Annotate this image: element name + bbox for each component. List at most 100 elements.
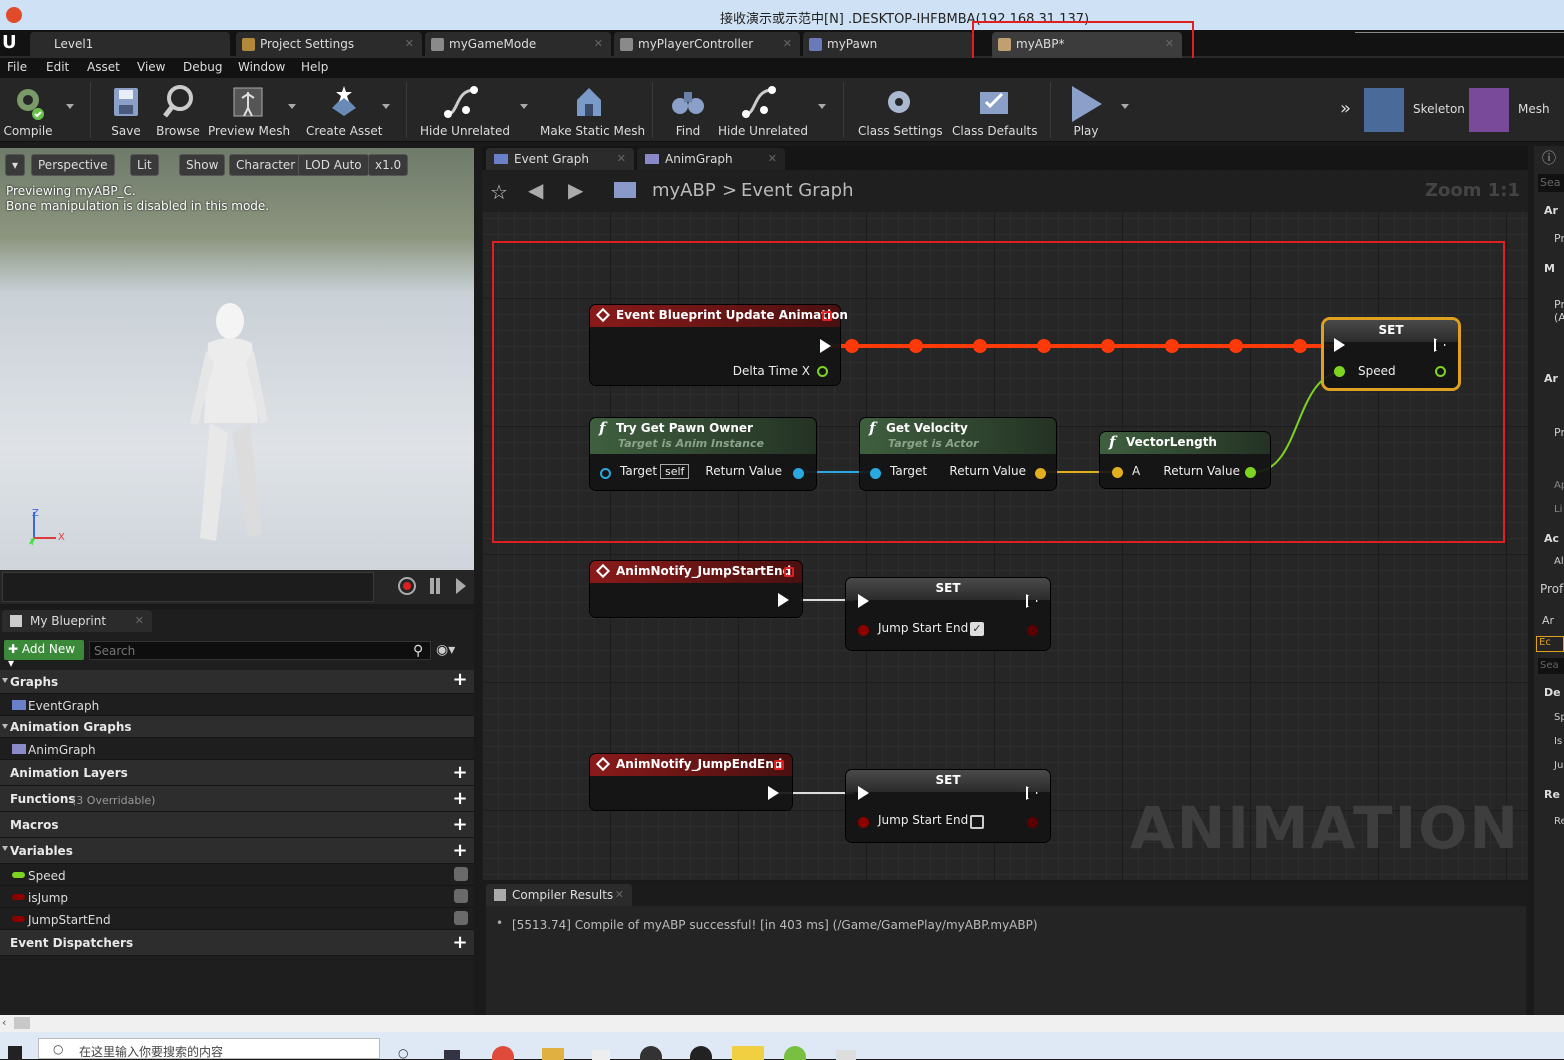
node-animnotify-jumpendend[interactable]: AnimNotify_JumpEndEnd (590, 754, 792, 810)
menu-view[interactable]: View (137, 60, 165, 74)
vector-in-pin[interactable] (1112, 467, 1123, 478)
menu-asset[interactable]: Asset (87, 60, 120, 74)
close-icon[interactable]: ✕ (405, 37, 414, 50)
save-button[interactable]: Save (104, 78, 148, 142)
exec-in-pin[interactable] (858, 786, 869, 800)
visibility-eye-icon[interactable] (454, 911, 468, 925)
preview-viewport[interactable]: ▾ Perspective Lit Show Character LOD Aut… (0, 148, 474, 570)
checkbox-unchecked[interactable] (970, 815, 984, 829)
tab-project-settings[interactable]: Project Settings ✕ (236, 32, 422, 58)
my-blueprint-tab[interactable]: My Blueprint ✕ (2, 610, 152, 632)
node-set-speed[interactable]: SET Speed (1324, 320, 1458, 388)
object-in-pin[interactable] (600, 468, 611, 479)
lit-button[interactable]: Lit (130, 154, 159, 176)
create-asset-button[interactable]: Create Asset (306, 78, 383, 142)
playback-speed-button[interactable]: x1.0 (368, 154, 409, 176)
float-out-pin[interactable] (1245, 467, 1256, 478)
tab-mypawn[interactable]: myPawn (803, 32, 973, 58)
close-icon[interactable]: ✕ (615, 888, 624, 901)
chevron-right-double-icon[interactable]: » (1340, 98, 1351, 119)
variable-row-jumpstartend[interactable]: JumpStartEnd (0, 908, 474, 930)
add-variable-button[interactable]: + (452, 842, 468, 860)
node-set-jumpstartend-false[interactable]: SET Jump Start End (846, 770, 1050, 842)
details-event-button[interactable]: Ec (1536, 636, 1564, 652)
breadcrumb-root[interactable]: myABP (652, 180, 716, 201)
class-settings-button[interactable]: Class Settings (858, 78, 943, 142)
section-animation-graphs[interactable]: Animation Graphs (0, 716, 474, 738)
viewport-options-button[interactable]: ▾ (5, 154, 25, 176)
node-get-velocity[interactable]: f Get Velocity Target is Actor Target Retu… (860, 418, 1056, 490)
chevron-down-icon[interactable] (288, 104, 296, 109)
show-button[interactable]: Show (179, 154, 226, 176)
forward-arrow-icon[interactable]: ▶ (568, 178, 583, 202)
skeleton-mode-label[interactable]: Skeleton (1413, 102, 1465, 116)
section-event-dispatchers[interactable]: Event Dispatchers + (0, 930, 474, 956)
delegate-pin-icon[interactable] (784, 567, 794, 577)
tab-mygamemode[interactable]: myGameMode ✕ (425, 32, 611, 58)
details-section[interactable]: Ar (1544, 372, 1558, 385)
add-dispatcher-button[interactable]: + (452, 934, 468, 952)
menu-file[interactable]: File (7, 60, 27, 74)
section-variables[interactable]: Variables + (0, 838, 474, 864)
search-icon[interactable]: ⚲ (413, 643, 423, 659)
details-search[interactable]: Sea (1538, 174, 1564, 192)
visibility-eye-icon[interactable] (454, 867, 468, 881)
variable-row-speed[interactable]: Speed (0, 864, 474, 886)
step-forward-button[interactable] (456, 578, 466, 594)
menu-help[interactable]: Help (301, 60, 328, 74)
make-static-mesh-button[interactable]: Make Static Mesh (540, 78, 645, 142)
exec-out-pin[interactable] (768, 786, 779, 800)
vector-out-pin[interactable] (1035, 468, 1046, 479)
horizontal-scrollbar[interactable]: ‹ (0, 1015, 1564, 1032)
close-icon[interactable]: ✕ (617, 152, 626, 165)
tree-item-animgraph[interactable]: AnimGraph (0, 738, 474, 760)
exec-in-pin[interactable] (1334, 338, 1345, 352)
details-section[interactable]: M (1544, 262, 1555, 275)
taskbar-app-icon[interactable] (640, 1046, 662, 1060)
add-new-button[interactable]: ✚ Add New ▾ (4, 640, 84, 670)
add-layer-button[interactable]: + (452, 764, 468, 782)
node-set-jumpstartend-true[interactable]: SET Jump Start End ✓ (846, 578, 1050, 650)
file-explorer-icon[interactable] (542, 1048, 564, 1060)
task-view-icon[interactable]: ○ (398, 1046, 408, 1060)
tab-myplayercontroller[interactable]: myPlayerController ✕ (614, 32, 800, 58)
visibility-eye-icon[interactable] (454, 889, 468, 903)
self-default-value[interactable]: self (660, 464, 690, 479)
float-out-pin[interactable] (1435, 366, 1446, 377)
chevron-down-icon[interactable] (818, 104, 826, 109)
object-in-pin[interactable] (870, 468, 881, 479)
chevron-down-icon[interactable] (382, 104, 390, 109)
event-graph-canvas[interactable]: ANIMATION Event Blueprint Update Animati… (482, 170, 1528, 880)
back-arrow-icon[interactable]: ◀ (528, 178, 543, 202)
details-section[interactable]: Ar (1544, 204, 1558, 217)
close-icon[interactable]: ✕ (783, 37, 792, 50)
record-button[interactable] (398, 577, 416, 595)
checkbox-checked[interactable]: ✓ (970, 622, 984, 636)
windows-start-icon[interactable] (8, 1046, 22, 1060)
class-defaults-button[interactable]: Class Defaults (952, 78, 1037, 142)
details-icon[interactable]: ⓘ (1542, 148, 1556, 168)
bool-out-pin[interactable] (1027, 625, 1038, 636)
scroll-left-arrow-icon[interactable]: ‹ (2, 1016, 6, 1029)
chrome-icon[interactable] (492, 1046, 514, 1060)
details-section[interactable]: Re (1544, 788, 1560, 801)
mesh-mode-label[interactable]: Mesh (1518, 102, 1550, 116)
preview-mesh-button[interactable]: Preview Mesh (208, 78, 290, 142)
delegate-pin-icon[interactable] (774, 760, 784, 770)
search-input[interactable] (89, 641, 431, 660)
exec-in-pin[interactable] (858, 594, 869, 608)
eye-icon[interactable]: ◉▾ (436, 642, 455, 658)
timeline-track[interactable] (2, 572, 374, 602)
chevron-down-icon[interactable] (520, 104, 528, 109)
mesh-mode-icon[interactable] (1469, 88, 1509, 132)
section-functions[interactable]: Functions (3 Overridable) + (0, 786, 474, 812)
node-try-get-pawn-owner[interactable]: f Try Get Pawn Owner Target is Anim Instan… (590, 418, 816, 490)
exec-out-pin[interactable] (778, 593, 789, 607)
float-in-pin[interactable] (1334, 366, 1345, 377)
star-icon[interactable]: ☆ (490, 180, 508, 204)
taskbar-app-icon-active[interactable] (732, 1046, 764, 1060)
details-section[interactable]: De (1544, 686, 1561, 699)
float-out-pin[interactable] (817, 366, 828, 377)
perspective-button[interactable]: Perspective (31, 154, 115, 176)
hide-unrelated-button[interactable]: Hide Unrelated (420, 78, 510, 142)
